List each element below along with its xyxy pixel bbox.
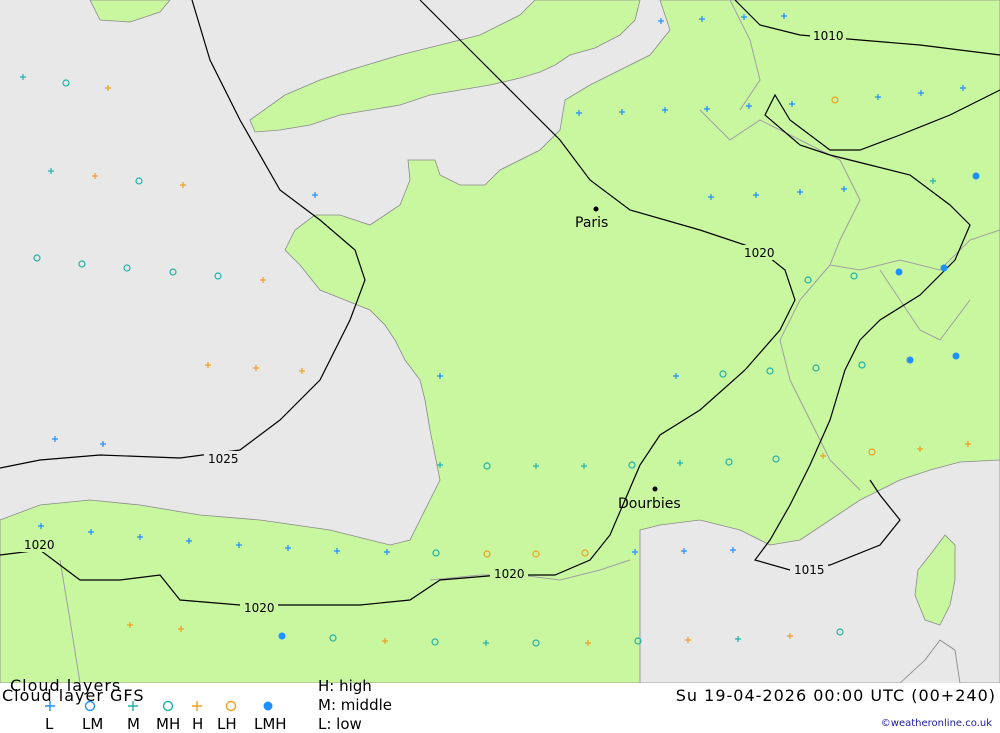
legend-label-mh: MH — [156, 715, 181, 733]
isobar-label: 1020 — [24, 538, 55, 552]
isobar-label: 1020 — [744, 246, 775, 260]
key-high: H: high — [318, 677, 372, 695]
city-marker-dourbies — [652, 486, 658, 492]
forecast-datetime: Su 19-04-2026 00:00 UTC (00+240) — [675, 686, 996, 705]
legend-label-l: L — [45, 715, 54, 733]
legend-label-h: H — [192, 715, 204, 733]
key-middle: M: middle — [318, 696, 392, 714]
legend-lm-icon — [84, 700, 96, 712]
legend-h-icon — [192, 701, 202, 711]
city-marker-paris — [593, 206, 599, 212]
city-label-dourbies: Dourbies — [618, 496, 681, 512]
key-low: L: low — [318, 715, 362, 733]
isobar-label: 1025 — [208, 452, 239, 466]
isobar-label: 1020 — [494, 567, 525, 581]
legend-label-lh: LH — [217, 715, 237, 733]
map-svg: 1010 1020 1025 1020 1020 1020 1015 Paris… — [0, 0, 1000, 684]
legend-l-icon — [45, 701, 55, 711]
legend-m-icon — [128, 701, 138, 711]
legend-label-lmh: LMH — [254, 715, 287, 733]
credit-link[interactable]: ©weatheronline.co.uk — [881, 718, 992, 729]
legend-label-m: M — [127, 715, 140, 733]
city-label-paris: Paris — [575, 215, 608, 231]
weather-map: 1010 1020 1025 1020 1020 1020 1015 Paris… — [0, 0, 1000, 684]
legend-lh-icon — [225, 700, 237, 712]
isobar-label: 1015 — [794, 563, 825, 577]
legend-lmh-icon — [263, 701, 273, 711]
legend-symbols — [45, 700, 273, 712]
legend-bar: Cloud layers Cloud layer GFS L LM M MH H… — [0, 676, 1000, 733]
legend-mh-icon — [162, 700, 174, 712]
legend-label-lm: LM — [82, 715, 104, 733]
isobar-label: 1020 — [244, 601, 275, 615]
isobar-label: 1010 — [813, 29, 844, 43]
